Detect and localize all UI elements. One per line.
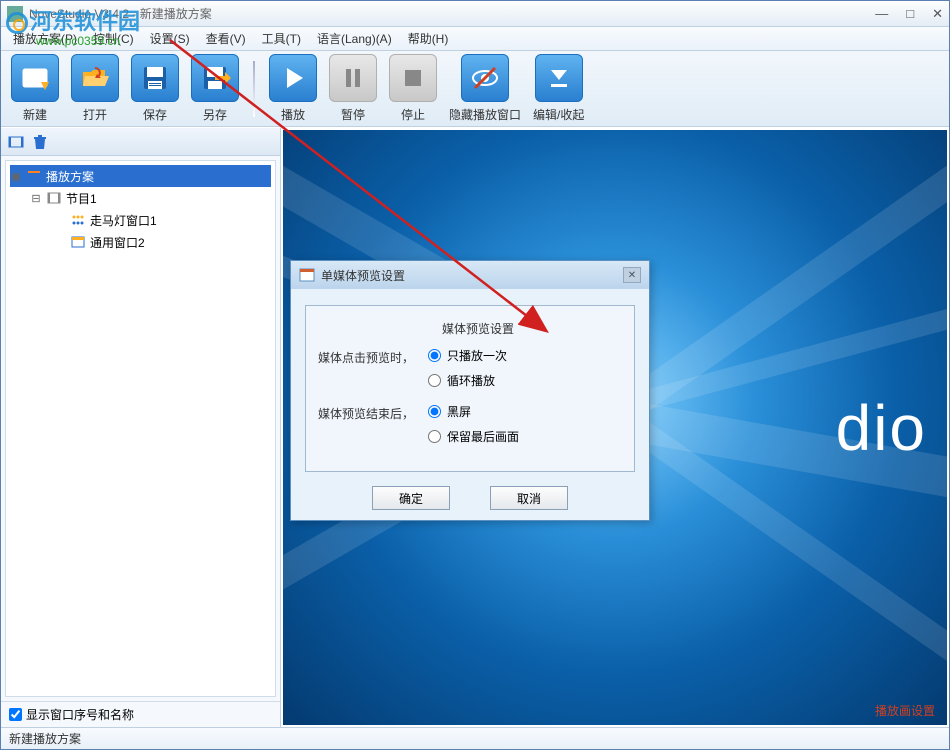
new-icon: [11, 54, 59, 102]
tree-item-program[interactable]: ⊟ 节目1: [10, 187, 271, 209]
stop-icon: [389, 54, 437, 102]
hide-icon: [461, 54, 509, 102]
black-screen-option[interactable]: 黑屏: [428, 403, 519, 420]
app-icon: [7, 6, 23, 22]
tree-item-generic[interactable]: 通用窗口2: [10, 231, 271, 253]
stop-button[interactable]: 停止: [387, 52, 439, 125]
dialog-titlebar[interactable]: 单媒体预览设置 ✕: [291, 261, 649, 289]
window-title: NoveStudio V3.4.2 - 新建播放方案: [29, 5, 875, 22]
loop-option[interactable]: 循环播放: [428, 372, 507, 389]
tree-root-label: 播放方案: [46, 168, 94, 185]
maximize-button[interactable]: □: [906, 6, 914, 22]
menu-language[interactable]: 语言(Lang)(A): [309, 27, 400, 50]
play-settings-link[interactable]: 播放画设置: [875, 702, 935, 719]
status-text: 新建播放方案: [9, 730, 81, 747]
save-icon: [131, 54, 179, 102]
marquee-icon: [70, 212, 86, 228]
toolbar: 新建 打开 保存 另存 播放: [1, 51, 949, 127]
sidebar-toolbar: [1, 128, 280, 156]
hide-window-button[interactable]: 隐藏播放窗口: [447, 52, 523, 125]
media-preview-settings-dialog: 单媒体预览设置 ✕ 媒体预览设置 媒体点击预览时， 只播放一次 循环播放: [290, 260, 650, 521]
play-icon: [269, 54, 317, 102]
show-index-checkbox[interactable]: [9, 708, 22, 721]
settings-fieldset: 媒体预览设置 媒体点击预览时， 只播放一次 循环播放 媒体预览结束后，: [305, 305, 635, 472]
on-click-label: 媒体点击预览时，: [318, 347, 428, 366]
save-button[interactable]: 保存: [129, 52, 181, 125]
show-index-label: 显示窗口序号和名称: [26, 706, 134, 723]
tree-item-label: 节目1: [66, 190, 97, 207]
plan-tree: ▣ 播放方案 ⊟ 节目1: [5, 160, 276, 697]
film-icon[interactable]: [7, 133, 25, 151]
play-once-radio[interactable]: [428, 349, 441, 362]
saveas-icon: [191, 54, 239, 102]
tree-item-label: 走马灯窗口1: [90, 212, 157, 229]
menu-view[interactable]: 查看(V): [198, 27, 254, 50]
open-button[interactable]: 打开: [69, 52, 121, 125]
toolbar-separator: [253, 61, 255, 117]
menu-tools[interactable]: 工具(T): [254, 27, 309, 50]
dialog-icon: [299, 267, 315, 283]
pause-icon: [329, 54, 377, 102]
tree-root[interactable]: ▣ 播放方案: [10, 165, 271, 187]
collapse-icon: [535, 54, 583, 102]
menubar: 播放方案(P) 控制(C) 设置(S) 查看(V) 工具(T) 语言(Lang)…: [1, 27, 949, 51]
tree-item-label: 通用窗口2: [90, 234, 145, 251]
list-icon: [26, 168, 42, 184]
fieldset-legend: 媒体预览设置: [438, 320, 518, 337]
menu-play-plan[interactable]: 播放方案(P): [5, 27, 85, 50]
play-button[interactable]: 播放: [267, 52, 319, 125]
on-end-label: 媒体预览结束后，: [318, 403, 428, 422]
titlebar: NoveStudio V3.4.2 - 新建播放方案 — □ ✕: [1, 1, 949, 27]
tree-item-marquee[interactable]: 走马灯窗口1: [10, 209, 271, 231]
expand-icon[interactable]: ▣: [10, 170, 22, 183]
dialog-title-text: 单媒体预览设置: [321, 267, 405, 284]
menu-help[interactable]: 帮助(H): [400, 27, 457, 50]
brand-text: dio: [836, 391, 927, 465]
cancel-button[interactable]: 取消: [490, 486, 568, 510]
keep-last-frame-radio[interactable]: [428, 430, 441, 443]
new-button[interactable]: 新建: [9, 52, 61, 125]
collapse-toggle-icon[interactable]: ⊟: [30, 192, 42, 205]
pause-button[interactable]: 暂停: [327, 52, 379, 125]
window-icon: [70, 234, 86, 250]
keep-last-frame-option[interactable]: 保留最后画面: [428, 428, 519, 445]
delete-icon[interactable]: [31, 133, 49, 151]
ok-button[interactable]: 确定: [372, 486, 450, 510]
menu-settings[interactable]: 设置(S): [142, 27, 198, 50]
loop-radio[interactable]: [428, 374, 441, 387]
edit-collapse-button[interactable]: 编辑/收起: [531, 52, 586, 125]
dialog-body: 媒体预览设置 媒体点击预览时， 只播放一次 循环播放 媒体预览结束后，: [291, 289, 649, 520]
statusbar: 新建播放方案: [1, 727, 949, 749]
sidebar-footer: 显示窗口序号和名称: [1, 701, 280, 727]
saveas-button[interactable]: 另存: [189, 52, 241, 125]
close-button[interactable]: ✕: [932, 6, 943, 22]
menu-control[interactable]: 控制(C): [85, 27, 142, 50]
minimize-button[interactable]: —: [875, 6, 888, 22]
dialog-close-button[interactable]: ✕: [623, 267, 641, 283]
sidebar: ▣ 播放方案 ⊟ 节目1: [1, 128, 281, 727]
film-strip-icon: [46, 190, 62, 206]
open-icon: [71, 54, 119, 102]
play-once-option[interactable]: 只播放一次: [428, 347, 507, 364]
black-screen-radio[interactable]: [428, 405, 441, 418]
